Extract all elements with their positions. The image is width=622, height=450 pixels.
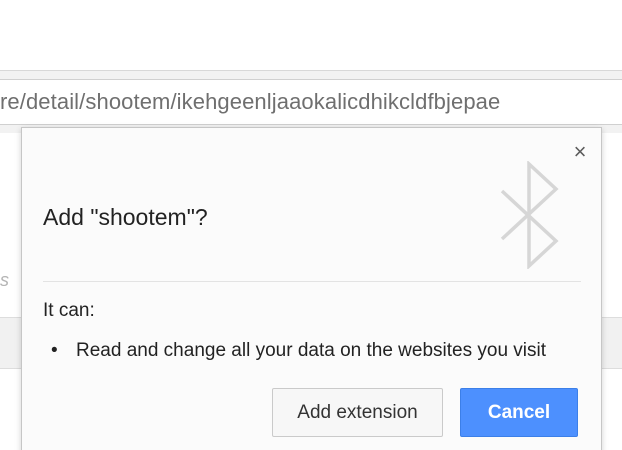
bullet: • [51, 340, 58, 361]
address-bar[interactable]: re/detail/shootem/ikehgeenljaaokalicdhik… [0, 79, 622, 125]
permission-text: Read and change all your data on the web… [76, 340, 547, 361]
add-extension-dialog: × Add "shootem"? It can: • Read and chang… [21, 127, 602, 450]
address-bar-url[interactable]: re/detail/shootem/ikehgeenljaaokalicdhik… [0, 89, 500, 115]
dialog-divider [43, 281, 581, 282]
add-extension-button[interactable]: Add extension [272, 388, 443, 437]
screen: re/detail/shootem/ikehgeenljaaokalicdhik… [0, 0, 622, 450]
permissions-heading: It can: [43, 300, 95, 321]
page-text-fragment: s [0, 270, 9, 290]
permission-item: • Read and change all your data on the we… [51, 340, 546, 362]
dialog-title: Add "shootem"? [43, 204, 208, 230]
bluetooth-icon [500, 161, 559, 269]
cancel-button[interactable]: Cancel [460, 388, 578, 437]
close-icon[interactable]: × [570, 141, 590, 163]
